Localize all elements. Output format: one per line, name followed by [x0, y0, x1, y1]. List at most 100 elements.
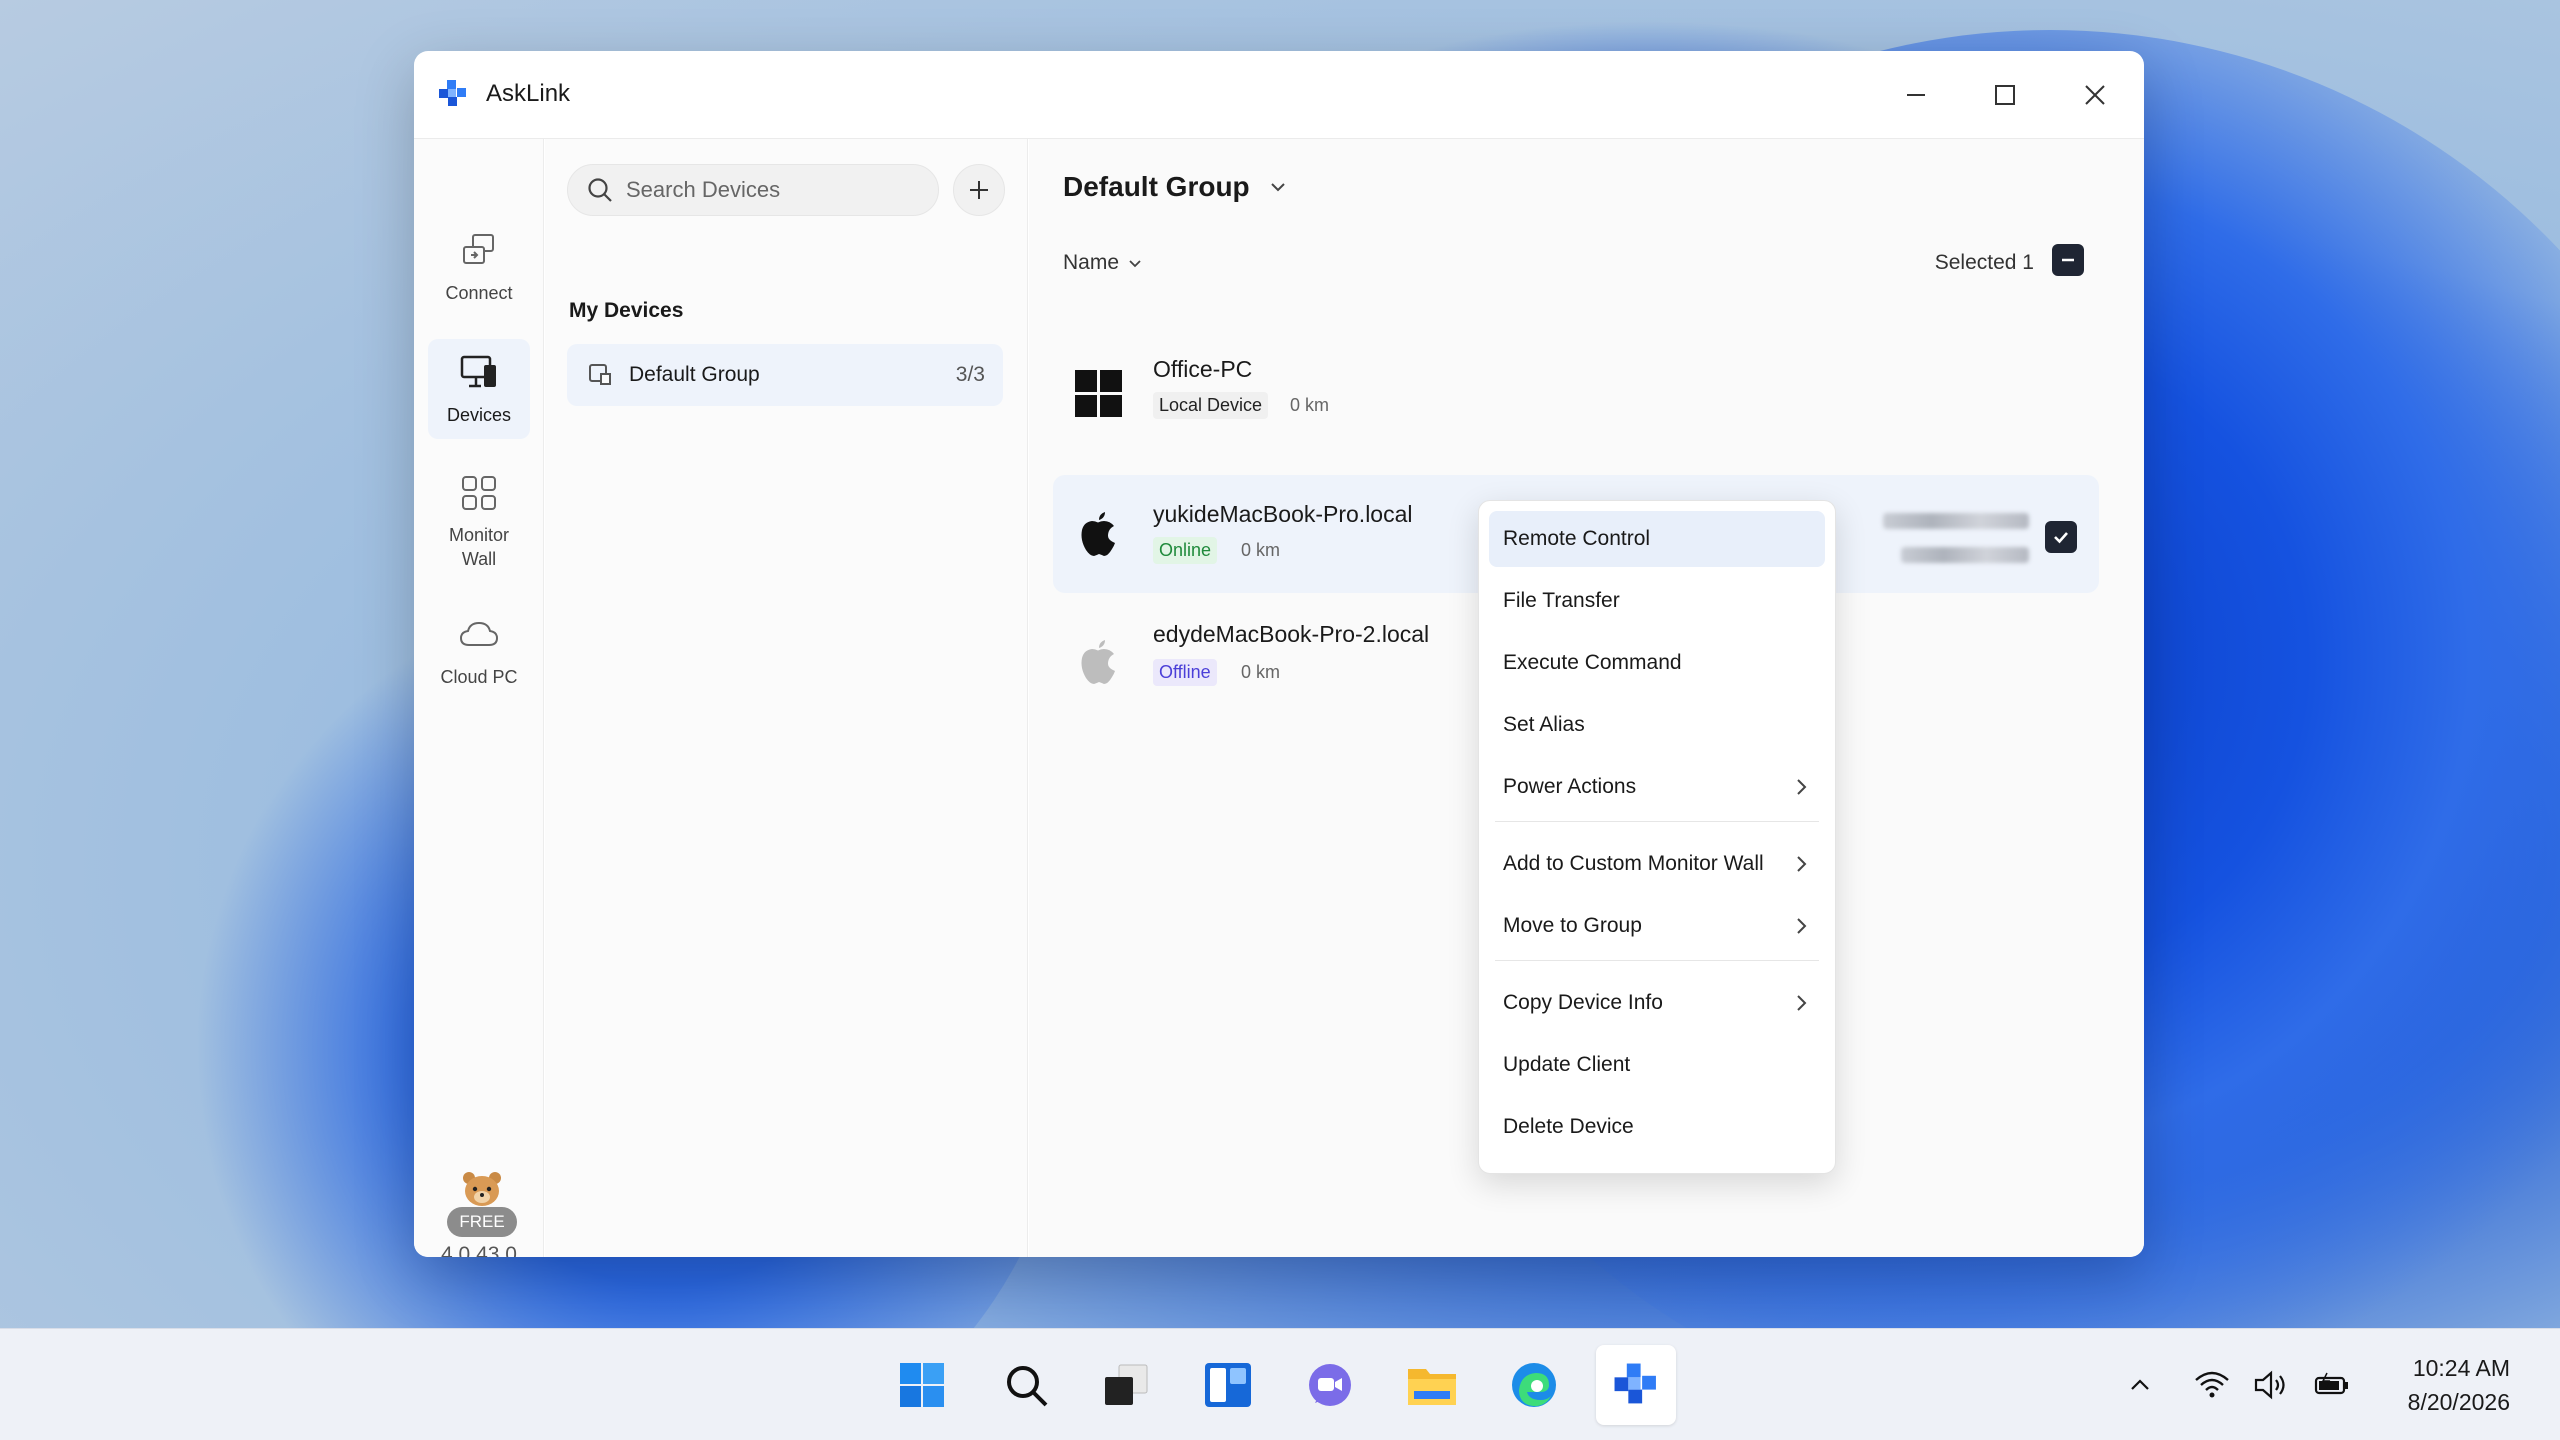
group-item-default[interactable]: Default Group 3/3 — [567, 344, 1003, 406]
navigation-rail: Connect Devices Monitor Wall Cloud PC FR… — [414, 139, 544, 1257]
tray-wifi-button[interactable] — [2190, 1363, 2234, 1407]
taskbar-start-button[interactable] — [892, 1355, 952, 1415]
page-title: Default Group — [1063, 171, 1250, 202]
menu-item-label: Update Client — [1503, 1053, 1631, 1076]
chevron-right-icon — [1797, 918, 1807, 934]
rail-item-cloud-pc[interactable]: Cloud PC — [428, 601, 530, 701]
minimize-button[interactable] — [1892, 71, 1940, 119]
my-devices-heading: My Devices — [569, 299, 684, 322]
sort-label: Name — [1063, 251, 1120, 274]
rail-item-label: Monitor Wall — [448, 525, 510, 569]
plus-icon — [970, 181, 988, 199]
device-distance: 0 km — [1241, 662, 1281, 682]
rail-item-label: Connect — [445, 283, 513, 303]
sort-selector[interactable]: Name — [1063, 251, 1143, 275]
chevron-down-icon — [1129, 260, 1141, 268]
menu-item-delete-device[interactable]: Delete Device — [1489, 1099, 1825, 1155]
devices-icon — [460, 355, 496, 388]
search-icon — [1007, 1366, 1048, 1407]
redacted-device-id — [1883, 513, 2029, 529]
group-selector[interactable]: Default Group — [1063, 171, 1288, 203]
close-icon — [2085, 85, 2105, 105]
menu-item-power-actions[interactable]: Power Actions — [1489, 759, 1825, 815]
search-input[interactable] — [626, 177, 926, 203]
rail-item-monitor-wall[interactable]: Monitor Wall — [428, 459, 530, 581]
maximize-button[interactable] — [1981, 71, 2029, 119]
menu-item-label: Execute Command — [1503, 651, 1682, 674]
wifi-icon — [2195, 1371, 2229, 1398]
taskbar-teams-chat-button[interactable] — [1300, 1355, 1360, 1415]
bear-avatar-icon — [463, 1172, 501, 1206]
menu-item-remote-control[interactable]: Remote Control — [1489, 511, 1825, 567]
apple-logo-icon — [1081, 512, 1115, 556]
group-folder-icon — [589, 364, 611, 385]
close-button[interactable] — [2071, 71, 2119, 119]
chevron-up-icon — [2131, 1379, 2149, 1390]
menu-item-update-client[interactable]: Update Client — [1489, 1037, 1825, 1093]
tray-battery-button[interactable] — [2310, 1363, 2354, 1407]
taskbar-file-explorer-button[interactable] — [1402, 1355, 1462, 1415]
apple-logo-offline-icon — [1081, 640, 1115, 684]
asklink-logo-icon — [1614, 1363, 1656, 1404]
menu-item-label: Set Alias — [1503, 713, 1585, 736]
tray-overflow-button[interactable] — [2118, 1363, 2162, 1407]
device-name: Office-PC — [1153, 356, 1253, 382]
speaker-icon — [2254, 1370, 2285, 1400]
menu-item-label: Delete Device — [1503, 1115, 1634, 1138]
menu-item-add-to-monitor-wall[interactable]: Add to Custom Monitor Wall — [1489, 836, 1825, 892]
select-all-checkbox[interactable] — [2052, 244, 2084, 276]
menu-item-label: Power Actions — [1503, 775, 1637, 798]
device-distance: 0 km — [1241, 540, 1281, 560]
chevron-right-icon — [1797, 856, 1807, 872]
app-version: 4.0.43.0 — [441, 1243, 517, 1257]
device-distance: 0 km — [1290, 395, 1330, 415]
status-badge: Offline — [1153, 659, 1217, 686]
chevron-right-icon — [1797, 779, 1807, 795]
menu-item-set-alias[interactable]: Set Alias — [1489, 697, 1825, 753]
plan-badge[interactable]: FREE — [447, 1169, 517, 1239]
checkmark-icon — [2054, 532, 2068, 544]
clock-time: 10:24 AM — [2412, 1355, 2510, 1381]
search-box — [567, 164, 939, 216]
search-icon — [588, 178, 612, 202]
menu-item-execute-command[interactable]: Execute Command — [1489, 635, 1825, 691]
menu-item-label: Move to Group — [1503, 914, 1642, 937]
menu-item-label: Remote Control — [1503, 527, 1651, 550]
status-badge: Online — [1153, 537, 1218, 564]
taskbar-asklink-button[interactable] — [1596, 1345, 1676, 1425]
add-group-button[interactable] — [953, 164, 1005, 216]
menu-item-label: Add to Custom Monitor Wall — [1503, 852, 1764, 875]
taskbar-widgets-button[interactable] — [1198, 1355, 1258, 1415]
menu-item-file-transfer[interactable]: File Transfer — [1489, 573, 1825, 629]
selected-count: Selected 1 — [1934, 251, 2034, 274]
rail-item-label: Cloud PC — [440, 667, 518, 687]
menu-item-label: File Transfer — [1503, 589, 1620, 612]
taskbar-task-view-button[interactable] — [1096, 1355, 1156, 1415]
menu-item-move-to-group[interactable]: Move to Group — [1489, 898, 1825, 954]
task-view-icon — [1105, 1364, 1148, 1405]
free-badge-label: FREE — [447, 1207, 517, 1237]
group-name: Default Group — [629, 363, 760, 386]
app-title: AskLink — [486, 80, 571, 107]
asklink-window: AskLink Connect Devices Monitor Wall Clo… — [414, 51, 2144, 1257]
device-name: yukideMacBook-Pro.local — [1153, 501, 1413, 527]
chevron-down-icon — [1270, 183, 1285, 192]
groups-panel: My Devices Default Group 3/3 — [545, 139, 1028, 1257]
device-row[interactable]: Office-PC Local Device 0 km — [1053, 344, 2099, 444]
windows-start-icon — [900, 1363, 944, 1407]
device-checkbox[interactable] — [2045, 521, 2077, 553]
cloud-icon — [459, 621, 499, 646]
taskbar-search-button[interactable] — [996, 1355, 1056, 1415]
taskbar-clock[interactable]: 10:24 AM 8/20/2026 — [2408, 1351, 2510, 1419]
rail-item-devices[interactable]: Devices — [428, 339, 530, 439]
taskbar-edge-button[interactable] — [1504, 1355, 1564, 1415]
chat-icon — [1309, 1364, 1351, 1406]
minimize-icon — [1907, 94, 1925, 96]
rail-item-connect[interactable]: Connect — [428, 217, 530, 313]
menu-item-copy-device-info[interactable]: Copy Device Info — [1489, 975, 1825, 1031]
connect-icon — [463, 234, 494, 264]
menu-separator — [1495, 960, 1819, 961]
tray-volume-button[interactable] — [2250, 1363, 2294, 1407]
battery-charging-icon — [2314, 1372, 2348, 1395]
monitor-wall-icon — [462, 476, 496, 510]
